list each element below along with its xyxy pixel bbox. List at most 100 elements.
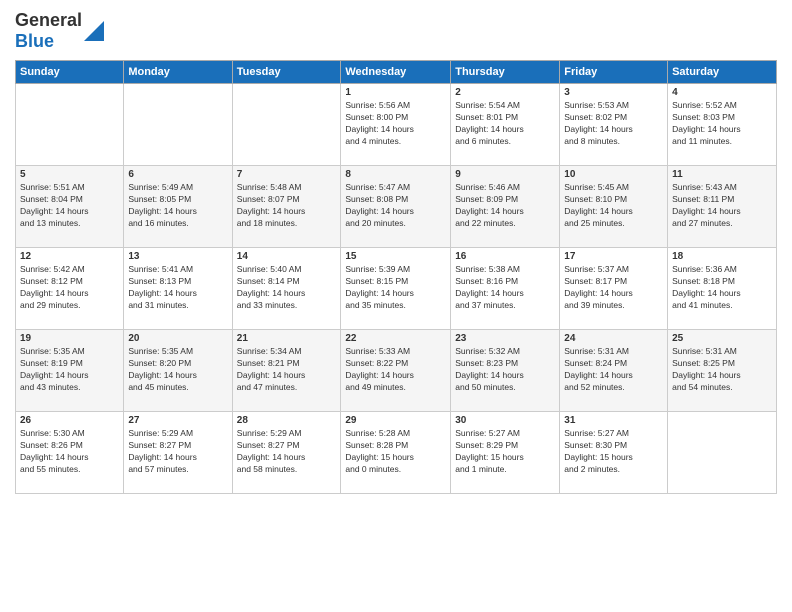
header: General Blue	[15, 10, 777, 52]
day-info: Sunrise: 5:32 AM Sunset: 8:23 PM Dayligh…	[455, 346, 555, 394]
day-number: 4	[672, 87, 772, 98]
day-number: 31	[564, 415, 663, 426]
day-cell	[232, 84, 341, 166]
day-info: Sunrise: 5:37 AM Sunset: 8:17 PM Dayligh…	[564, 264, 663, 312]
day-cell: 26 Sunrise: 5:30 AM Sunset: 8:26 PM Dayli…	[16, 412, 124, 494]
header-thursday: Thursday	[451, 61, 560, 84]
weekday-header-row: Sunday Monday Tuesday Wednesday Thursday…	[16, 61, 777, 84]
day-cell: 11 Sunrise: 5:43 AM Sunset: 8:11 PM Dayli…	[668, 166, 777, 248]
header-saturday: Saturday	[668, 61, 777, 84]
logo: General Blue	[15, 10, 104, 52]
day-info: Sunrise: 5:45 AM Sunset: 8:10 PM Dayligh…	[564, 182, 663, 230]
day-number: 23	[455, 333, 555, 344]
day-cell: 12 Sunrise: 5:42 AM Sunset: 8:12 PM Dayli…	[16, 248, 124, 330]
day-info: Sunrise: 5:35 AM Sunset: 8:20 PM Dayligh…	[128, 346, 227, 394]
header-monday: Monday	[124, 61, 232, 84]
day-number: 11	[672, 169, 772, 180]
header-sunday: Sunday	[16, 61, 124, 84]
day-info: Sunrise: 5:54 AM Sunset: 8:01 PM Dayligh…	[455, 100, 555, 148]
day-number: 1	[345, 87, 446, 98]
day-cell: 24 Sunrise: 5:31 AM Sunset: 8:24 PM Dayli…	[560, 330, 668, 412]
day-info: Sunrise: 5:31 AM Sunset: 8:24 PM Dayligh…	[564, 346, 663, 394]
day-cell: 29 Sunrise: 5:28 AM Sunset: 8:28 PM Dayli…	[341, 412, 451, 494]
day-number: 19	[20, 333, 119, 344]
day-number: 21	[237, 333, 337, 344]
week-row-5: 26 Sunrise: 5:30 AM Sunset: 8:26 PM Dayli…	[16, 412, 777, 494]
logo-blue: Blue	[15, 31, 54, 51]
day-cell: 5 Sunrise: 5:51 AM Sunset: 8:04 PM Daylig…	[16, 166, 124, 248]
day-number: 9	[455, 169, 555, 180]
day-cell	[124, 84, 232, 166]
week-row-4: 19 Sunrise: 5:35 AM Sunset: 8:19 PM Dayli…	[16, 330, 777, 412]
day-cell: 1Sunrise: 5:56 AM Sunset: 8:00 PM Daylig…	[341, 84, 451, 166]
day-cell: 9 Sunrise: 5:46 AM Sunset: 8:09 PM Daylig…	[451, 166, 560, 248]
day-cell: 25 Sunrise: 5:31 AM Sunset: 8:25 PM Dayli…	[668, 330, 777, 412]
day-info: Sunrise: 5:36 AM Sunset: 8:18 PM Dayligh…	[672, 264, 772, 312]
day-info: Sunrise: 5:27 AM Sunset: 8:30 PM Dayligh…	[564, 428, 663, 476]
day-cell: 2 Sunrise: 5:54 AM Sunset: 8:01 PM Daylig…	[451, 84, 560, 166]
day-info: Sunrise: 5:51 AM Sunset: 8:04 PM Dayligh…	[20, 182, 119, 230]
day-cell: 21 Sunrise: 5:34 AM Sunset: 8:21 PM Dayli…	[232, 330, 341, 412]
day-number: 25	[672, 333, 772, 344]
day-info: Sunrise: 5:30 AM Sunset: 8:26 PM Dayligh…	[20, 428, 119, 476]
header-tuesday: Tuesday	[232, 61, 341, 84]
day-cell: 6 Sunrise: 5:49 AM Sunset: 8:05 PM Daylig…	[124, 166, 232, 248]
day-cell: 31 Sunrise: 5:27 AM Sunset: 8:30 PM Dayli…	[560, 412, 668, 494]
day-number: 2	[455, 87, 555, 98]
day-number: 20	[128, 333, 227, 344]
day-number: 22	[345, 333, 446, 344]
day-number: 7	[237, 169, 337, 180]
day-info: Sunrise: 5:31 AM Sunset: 8:25 PM Dayligh…	[672, 346, 772, 394]
day-cell: 16 Sunrise: 5:38 AM Sunset: 8:16 PM Dayli…	[451, 248, 560, 330]
day-number: 26	[20, 415, 119, 426]
day-number: 15	[345, 251, 446, 262]
day-cell: 28Sunrise: 5:29 AM Sunset: 8:27 PM Dayli…	[232, 412, 341, 494]
day-info: Sunrise: 5:43 AM Sunset: 8:11 PM Dayligh…	[672, 182, 772, 230]
day-info: Sunrise: 5:49 AM Sunset: 8:05 PM Dayligh…	[128, 182, 227, 230]
day-cell: 23 Sunrise: 5:32 AM Sunset: 8:23 PM Dayli…	[451, 330, 560, 412]
logo-general: General	[15, 10, 82, 30]
day-info: Sunrise: 5:42 AM Sunset: 8:12 PM Dayligh…	[20, 264, 119, 312]
day-number: 18	[672, 251, 772, 262]
day-cell: 15Sunrise: 5:39 AM Sunset: 8:15 PM Dayli…	[341, 248, 451, 330]
day-cell: 10 Sunrise: 5:45 AM Sunset: 8:10 PM Dayli…	[560, 166, 668, 248]
day-info: Sunrise: 5:41 AM Sunset: 8:13 PM Dayligh…	[128, 264, 227, 312]
day-number: 13	[128, 251, 227, 262]
day-cell: 27Sunrise: 5:29 AM Sunset: 8:27 PM Dayli…	[124, 412, 232, 494]
day-cell: 18 Sunrise: 5:36 AM Sunset: 8:18 PM Dayli…	[668, 248, 777, 330]
day-cell: 13 Sunrise: 5:41 AM Sunset: 8:13 PM Dayli…	[124, 248, 232, 330]
day-info: Sunrise: 5:28 AM Sunset: 8:28 PM Dayligh…	[345, 428, 446, 476]
day-number: 29	[345, 415, 446, 426]
day-info: Sunrise: 5:48 AM Sunset: 8:07 PM Dayligh…	[237, 182, 337, 230]
day-cell	[16, 84, 124, 166]
calendar-page: General Blue Sunday Monday Tuesday Wedne…	[0, 0, 792, 612]
day-number: 24	[564, 333, 663, 344]
day-cell: 7 Sunrise: 5:48 AM Sunset: 8:07 PM Daylig…	[232, 166, 341, 248]
day-info: Sunrise: 5:53 AM Sunset: 8:02 PM Dayligh…	[564, 100, 663, 148]
day-info: Sunrise: 5:33 AM Sunset: 8:22 PM Dayligh…	[345, 346, 446, 394]
day-cell: 8Sunrise: 5:47 AM Sunset: 8:08 PM Daylig…	[341, 166, 451, 248]
day-info: Sunrise: 5:52 AM Sunset: 8:03 PM Dayligh…	[672, 100, 772, 148]
day-number: 3	[564, 87, 663, 98]
day-number: 5	[20, 169, 119, 180]
day-number: 8	[345, 169, 446, 180]
day-number: 6	[128, 169, 227, 180]
day-info: Sunrise: 5:29 AM Sunset: 8:27 PM Dayligh…	[237, 428, 337, 476]
day-number: 12	[20, 251, 119, 262]
day-number: 10	[564, 169, 663, 180]
day-number: 17	[564, 251, 663, 262]
day-cell: 22 Sunrise: 5:33 AM Sunset: 8:22 PM Dayli…	[341, 330, 451, 412]
day-info: Sunrise: 5:35 AM Sunset: 8:19 PM Dayligh…	[20, 346, 119, 394]
calendar-table: Sunday Monday Tuesday Wednesday Thursday…	[15, 60, 777, 494]
day-cell: 3 Sunrise: 5:53 AM Sunset: 8:02 PM Daylig…	[560, 84, 668, 166]
header-friday: Friday	[560, 61, 668, 84]
day-info: Sunrise: 5:38 AM Sunset: 8:16 PM Dayligh…	[455, 264, 555, 312]
day-cell: 14Sunrise: 5:40 AM Sunset: 8:14 PM Dayli…	[232, 248, 341, 330]
week-row-1: 1Sunrise: 5:56 AM Sunset: 8:00 PM Daylig…	[16, 84, 777, 166]
logo-text: General Blue	[15, 10, 82, 52]
day-info: Sunrise: 5:46 AM Sunset: 8:09 PM Dayligh…	[455, 182, 555, 230]
day-cell: 17 Sunrise: 5:37 AM Sunset: 8:17 PM Dayli…	[560, 248, 668, 330]
day-number: 16	[455, 251, 555, 262]
week-row-2: 5 Sunrise: 5:51 AM Sunset: 8:04 PM Daylig…	[16, 166, 777, 248]
day-info: Sunrise: 5:34 AM Sunset: 8:21 PM Dayligh…	[237, 346, 337, 394]
